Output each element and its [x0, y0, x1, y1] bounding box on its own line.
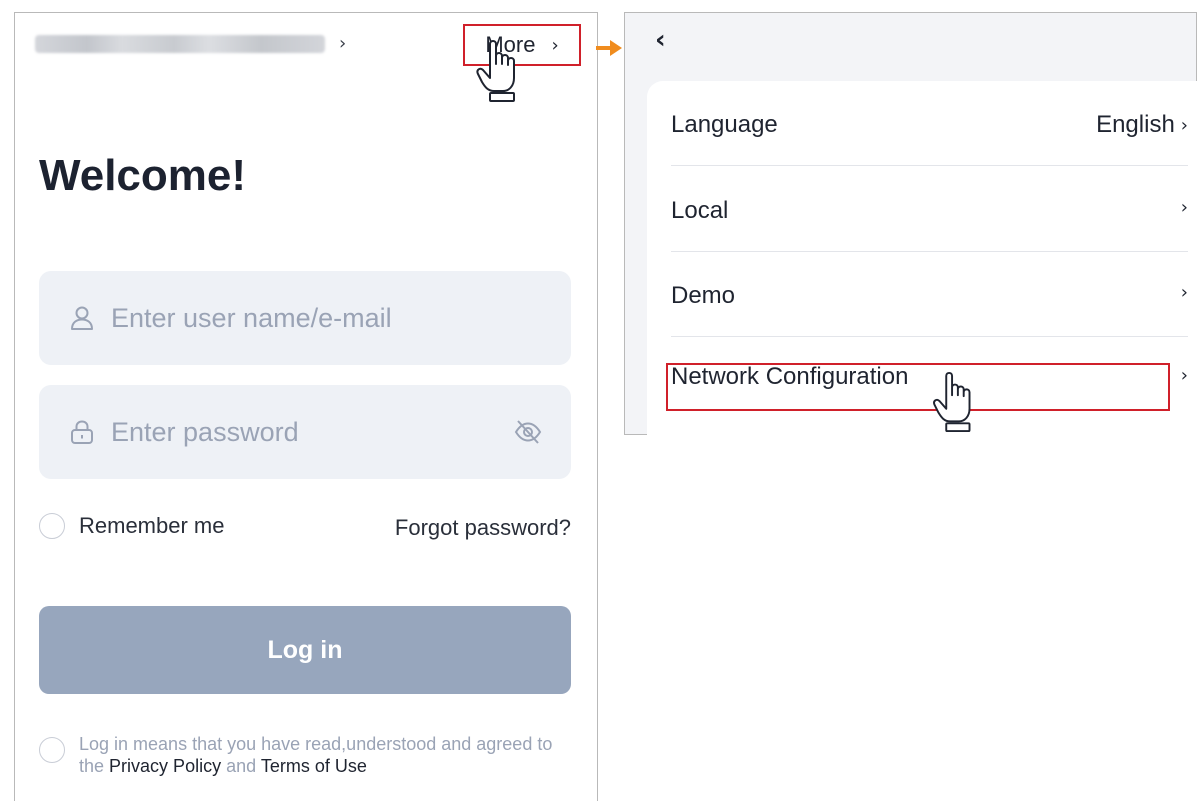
chevron-right-icon: › — [1180, 282, 1188, 303]
menu-item-label: Demo — [671, 282, 736, 309]
more-settings-screen: ‹ Language English › Local › Demo › Netw… — [624, 12, 1197, 435]
chevron-right-icon: › — [339, 33, 347, 54]
agreement-and: and — [226, 756, 257, 776]
back-icon[interactable]: ‹ — [655, 25, 666, 55]
privacy-policy-link[interactable]: Privacy Policy — [109, 756, 221, 776]
settings-menu: Language English › Local › Demo › Networ… — [647, 81, 1197, 435]
agreement-text: Log in means that you have read,understo… — [79, 733, 575, 777]
arrow-right-icon — [596, 40, 622, 56]
menu-item-label: Network Configuration — [671, 363, 909, 390]
lock-icon — [71, 420, 93, 444]
menu-item-value: English › — [1096, 111, 1188, 139]
page-title: Welcome! — [39, 151, 247, 200]
menu-item-trailing: › — [1181, 365, 1188, 386]
agreement-row: Log in means that you have read,understo… — [39, 733, 575, 777]
terms-of-use-link[interactable]: Terms of Use — [261, 756, 367, 776]
menu-item-local[interactable]: Local › — [671, 167, 1188, 252]
user-icon — [71, 306, 93, 330]
menu-item-demo[interactable]: Demo › — [671, 252, 1188, 337]
password-field[interactable] — [39, 385, 571, 479]
username-field[interactable] — [39, 271, 571, 365]
password-input[interactable] — [111, 416, 491, 448]
pointing-hand-icon — [476, 38, 520, 104]
menu-item-trailing: › — [1181, 282, 1188, 303]
menu-item-label: Local — [671, 197, 729, 224]
forgot-password-link[interactable]: Forgot password? — [395, 515, 571, 541]
menu-item-trailing: › — [1181, 197, 1188, 218]
remember-me-toggle[interactable]: Remember me — [39, 513, 224, 539]
menu-item-label: Language — [671, 111, 778, 138]
username-input[interactable] — [111, 302, 491, 334]
pointing-hand-icon — [930, 370, 978, 434]
remember-me-radio[interactable] — [39, 513, 65, 539]
login-button[interactable]: Log in — [39, 606, 571, 694]
agreement-radio[interactable] — [39, 737, 65, 763]
chevron-right-icon: › — [1180, 114, 1188, 136]
eye-off-icon[interactable] — [513, 418, 543, 446]
environment-name-redacted — [35, 34, 325, 53]
chevron-right-icon: › — [1180, 365, 1188, 386]
chevron-right-icon: › — [551, 34, 559, 56]
language-value: English — [1096, 111, 1175, 138]
remember-me-label: Remember me — [79, 513, 225, 538]
menu-item-language[interactable]: Language English › — [671, 81, 1188, 166]
environment-selector[interactable]: › — [35, 33, 346, 54]
login-screen: › More › Welcome! Remember me Forgot pas… — [14, 12, 598, 801]
chevron-right-icon: › — [1180, 197, 1188, 218]
